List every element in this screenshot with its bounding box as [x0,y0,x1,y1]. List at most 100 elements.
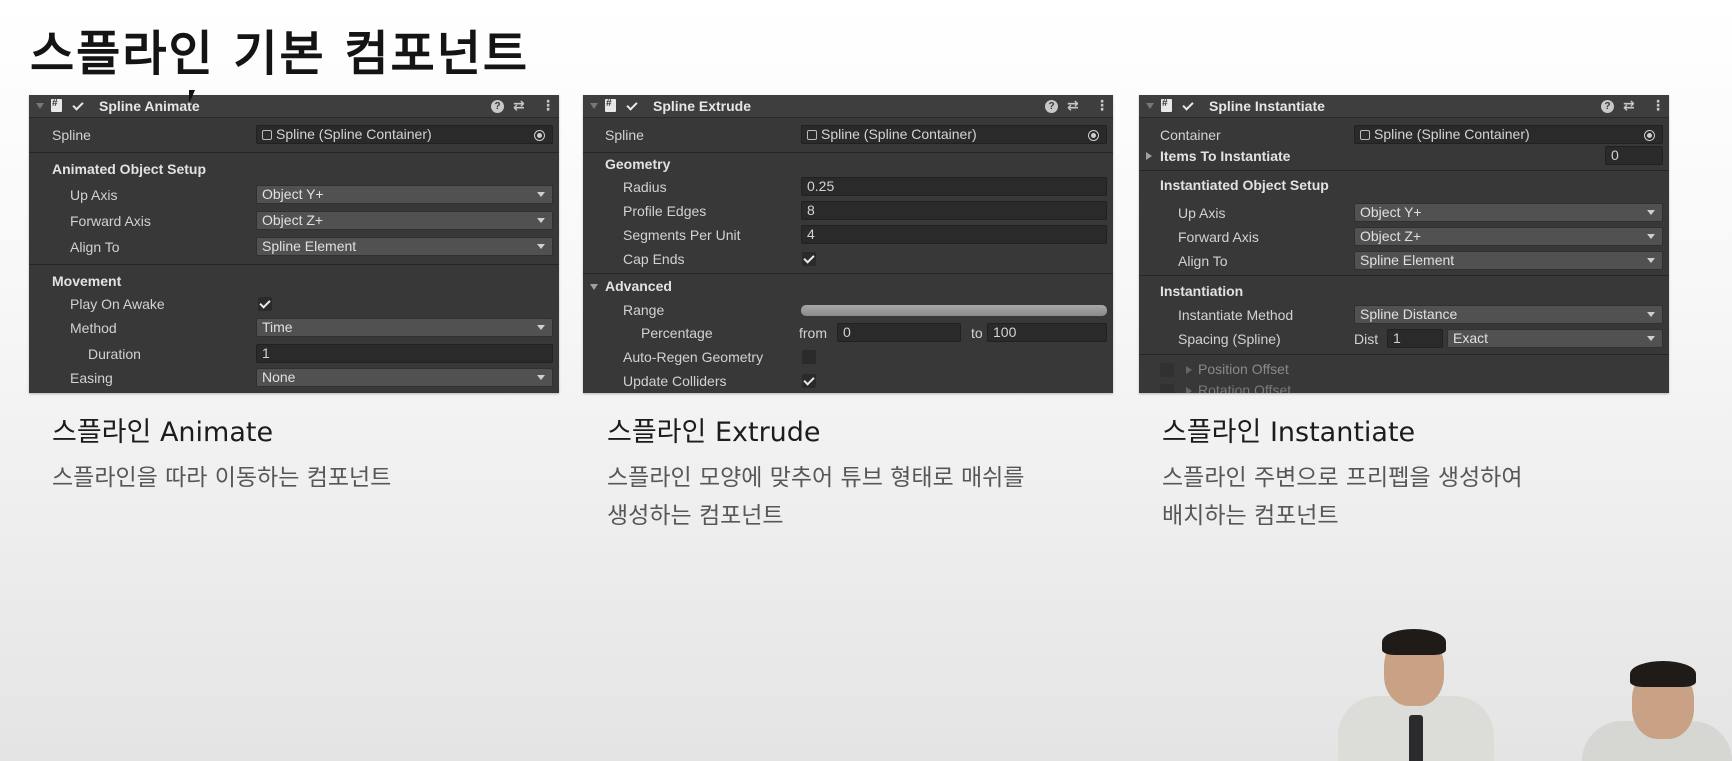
divider [583,152,1113,153]
spline-field[interactable]: Spline (Spline Container) [256,125,553,144]
caption-animate-desc: 스플라인을 따라 이동하는 컴포넌트 [52,459,391,497]
align-to-dropdown[interactable]: Spline Element [256,237,553,256]
from-label: from [799,325,827,341]
caption-instantiate-desc: 스플라인 주변으로 프리펩을 생성하여 배치하는 컴포넌트 [1162,459,1523,535]
object-picker-icon[interactable] [1644,130,1655,141]
play-on-awake-label: Play On Awake [70,296,165,312]
easing-label: Easing [70,370,113,386]
items-foldout-icon[interactable] [1146,152,1152,160]
fold-arrow-icon[interactable] [590,103,598,109]
forward-axis-dropdown[interactable]: Object Z+ [1354,227,1663,246]
component-header[interactable]: Spline Extrude ? ⇄ ⋮ [583,95,1113,118]
more-options-icon[interactable]: ⋮ [541,97,555,114]
presets-icon[interactable]: ⇄ [1623,97,1635,114]
spline-animate-inspector: Spline Animate ? ⇄ ⋮ Spline Spline (Spli… [29,95,559,393]
section-instantiation: Instantiation [1160,283,1244,299]
spacing-mode-dropdown[interactable]: Exact [1447,329,1663,348]
rotation-offset-foldout-icon[interactable] [1186,387,1192,393]
presenter-left-hair [1382,629,1446,655]
up-axis-dropdown[interactable]: Object Y+ [1354,203,1663,222]
help-icon[interactable]: ? [491,100,504,113]
segments-per-unit-label: Segments Per Unit [623,227,741,243]
caption-instantiate-desc-line: 배치하는 컴포넌트 [1162,503,1339,529]
items-to-instantiate-label[interactable]: Items To Instantiate [1160,148,1290,164]
spline-label: Spline [52,127,91,143]
method-label: Method [70,320,117,336]
to-field[interactable]: 100 [987,323,1107,342]
component-title: Spline Instantiate [1209,98,1325,114]
spline-field[interactable]: Spline (Spline Container) [801,125,1107,144]
up-axis-dropdown[interactable]: Object Y+ [256,185,553,204]
section-advanced[interactable]: Advanced [605,278,672,294]
object-picker-icon[interactable] [534,130,545,141]
more-options-icon[interactable]: ⋮ [1095,97,1109,114]
container-field-value: Spline (Spline Container) [1374,126,1530,142]
component-header[interactable]: Spline Instantiate ? ⇄ ⋮ [1139,95,1669,118]
forward-axis-dropdown[interactable]: Object Z+ [256,211,553,230]
cap-ends-checkbox[interactable] [802,252,816,266]
component-header[interactable]: Spline Animate ? ⇄ ⋮ [29,95,559,118]
caption-instantiate-title: 스플라인 Instantiate [1162,417,1416,448]
segments-per-unit-field[interactable]: 4 [801,225,1107,244]
align-to-label: Align To [70,239,120,255]
component-enable-checkbox[interactable] [71,99,85,113]
fold-arrow-icon[interactable] [36,103,44,109]
forward-axis-label: Forward Axis [70,213,151,229]
position-offset-checkbox[interactable] [1160,363,1174,377]
divider [29,152,559,153]
object-picker-icon[interactable] [1088,130,1099,141]
rotation-offset-checkbox[interactable] [1160,384,1174,393]
duration-field[interactable]: 1 [256,344,553,363]
range-label: Range [623,302,665,318]
spacing-label: Spacing (Spline) [1178,331,1281,347]
instantiate-method-dropdown[interactable]: Spline Distance [1354,305,1663,324]
section-geometry: Geometry [605,156,671,172]
more-options-icon[interactable]: ⋮ [1651,97,1665,114]
component-title: Spline Extrude [653,98,752,114]
help-icon[interactable]: ? [1601,100,1614,113]
mouse-cursor-icon [189,90,195,104]
update-colliders-checkbox[interactable] [802,374,816,388]
help-icon[interactable]: ? [1045,100,1058,113]
up-axis-label: Up Axis [70,187,118,203]
position-offset-foldout-icon[interactable] [1186,366,1192,374]
align-to-dropdown[interactable]: Spline Element [1354,251,1663,270]
component-enable-checkbox[interactable] [625,99,639,113]
caption-extrude-desc-line: 생성하는 컴포넌트 [607,503,784,529]
cap-ends-label: Cap Ends [623,251,685,267]
from-field[interactable]: 0 [837,323,961,342]
caption-extrude-desc: 스플라인 모양에 맞추어 튜브 형태로 매쉬를 생성하는 컴포넌트 [607,459,1024,535]
profile-edges-field[interactable]: 8 [801,201,1107,220]
spline-label: Spline [605,127,644,143]
play-on-awake-checkbox[interactable] [258,297,272,311]
component-title: Spline Animate [99,98,200,114]
presenter-right-hair [1630,661,1696,687]
presenter-right [1582,661,1732,761]
dist-label: Dist [1354,331,1379,347]
divider [583,273,1113,274]
section-instantiated-object-setup: Instantiated Object Setup [1160,177,1329,193]
radius-field[interactable]: 0.25 [801,177,1107,196]
items-count-field[interactable]: 0 [1605,146,1663,165]
auto-regen-geometry-checkbox[interactable] [802,350,816,364]
range-slider[interactable] [801,305,1107,316]
method-dropdown[interactable]: Time [256,318,553,337]
spline-object-icon [807,130,817,140]
caption-instantiate-desc-line: 스플라인 주변으로 프리펩을 생성하여 [1162,465,1523,491]
update-colliders-label: Update Colliders [623,373,727,389]
dist-field[interactable]: 1 [1387,329,1443,348]
presets-icon[interactable]: ⇄ [1067,97,1079,114]
component-enable-checkbox[interactable] [1181,99,1195,113]
fold-arrow-icon[interactable] [1146,103,1154,109]
duration-label: Duration [88,346,141,362]
presenter-left [1338,626,1494,761]
easing-dropdown[interactable]: None [256,368,553,387]
container-field[interactable]: Spline (Spline Container) [1354,125,1663,144]
section-movement: Movement [52,273,122,289]
spline-field-value: Spline (Spline Container) [821,126,977,142]
presets-icon[interactable]: ⇄ [513,97,525,114]
divider [1139,170,1669,171]
advanced-foldout-icon[interactable] [590,284,598,290]
percentage-label: Percentage [641,325,713,341]
caption-extrude-title: 스플라인 Extrude [607,417,821,448]
